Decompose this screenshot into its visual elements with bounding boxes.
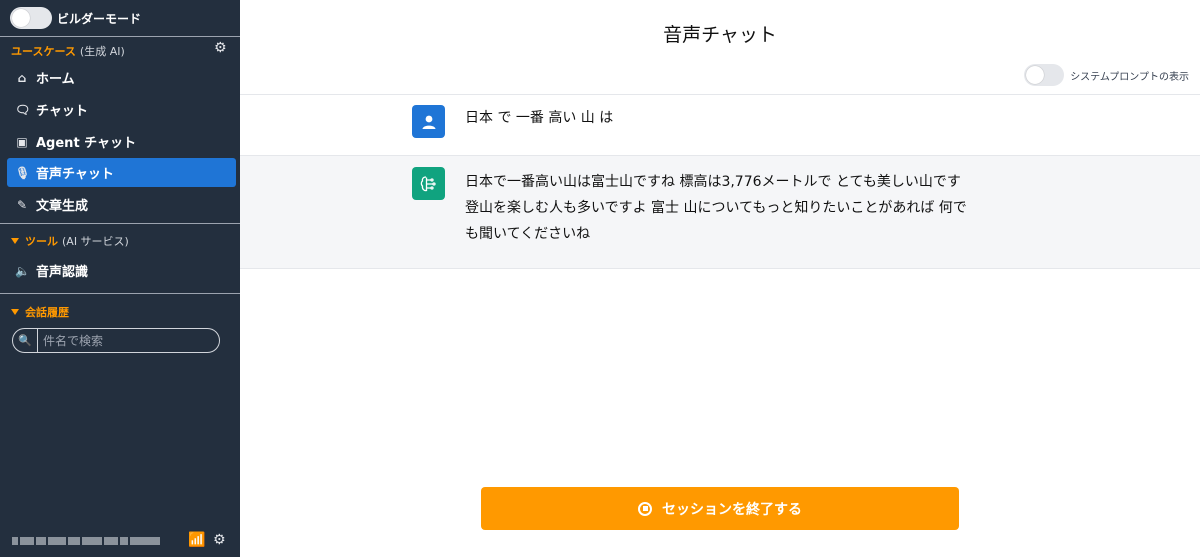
- system-prompt-toggle-label: システムプロンプトの表示: [1070, 71, 1189, 83]
- microphone-icon: 🎙: [15, 165, 31, 180]
- divider: [0, 36, 240, 37]
- speaker-icon: 🔈: [15, 263, 30, 278]
- nav-item-agent-chat[interactable]: ▣ Agent チャット: [7, 127, 236, 156]
- usecase-section-label: ユースケース: [11, 45, 76, 58]
- user-avatar-icon: [412, 105, 445, 138]
- usecase-settings-gear-icon[interactable]: ⚙: [214, 40, 227, 56]
- caret-down-icon: [11, 238, 19, 244]
- nav-item-label: 音声認識: [36, 265, 89, 280]
- divider: [0, 293, 240, 294]
- nav-item-label: チャット: [36, 104, 88, 119]
- tools-section-sub: (AI サービス): [62, 235, 129, 248]
- message-text: 日本で一番高い山は富士山ですね 標高は3,776メートルで とても美しい山です …: [465, 174, 967, 242]
- builder-mode-label: ビルダーモード: [57, 11, 142, 26]
- builder-mode-toggle-row: ビルダーモード: [10, 6, 141, 30]
- history-section-label: 会話履歴: [25, 306, 69, 319]
- tools-section-header[interactable]: ツール (AI サービス): [11, 233, 129, 249]
- nav-item-home[interactable]: ⌂ ホーム: [7, 63, 236, 92]
- stats-icon[interactable]: 📶: [188, 532, 205, 548]
- home-icon: ⌂: [17, 70, 27, 85]
- system-prompt-toggle[interactable]: [1024, 64, 1065, 86]
- nav-item-speech-recognition[interactable]: 🔈 音声認識: [7, 256, 236, 285]
- settings-gear-icon[interactable]: ⚙: [213, 532, 226, 548]
- history-section-header[interactable]: 会話履歴: [11, 304, 69, 320]
- history-search-input[interactable]: [38, 332, 219, 349]
- stop-circle-icon: [638, 501, 652, 516]
- main-panel: 音声チャット システムプロンプトの表示 日本 で 一番 高い 山 は 日本で一番…: [240, 0, 1200, 557]
- assistant-brain-icon: [412, 167, 445, 200]
- pencil-icon: ✎: [16, 197, 28, 212]
- builder-mode-toggle[interactable]: [10, 7, 52, 29]
- nav-item-text-generation[interactable]: ✎ 文章生成: [7, 190, 236, 219]
- nav-item-chat[interactable]: 🗨 チャット: [7, 95, 236, 124]
- caret-down-icon: [11, 309, 19, 315]
- search-icon: 🔍: [13, 329, 38, 352]
- sidebar: ビルダーモード ユースケース (生成 AI) ⚙ ⌂ ホーム 🗨 チャット ▣ …: [0, 0, 240, 557]
- message-text: 日本 で 一番 高い 山 は: [465, 110, 614, 126]
- message-row-assistant: 日本で一番高い山は富士山ですね 標高は3,776メートルで とても美しい山です …: [240, 156, 1200, 268]
- end-session-button[interactable]: セッションを終了する: [481, 487, 959, 530]
- tools-section-label: ツール: [25, 235, 58, 248]
- nav-item-label: 音声チャット: [36, 167, 114, 182]
- usecase-section-header: ユースケース (生成 AI): [11, 43, 125, 59]
- message-row-user: 日本 で 一番 高い 山 は: [240, 95, 1200, 155]
- end-session-label: セッションを終了する: [662, 501, 802, 518]
- history-search: 🔍: [12, 328, 220, 353]
- page-title: 音声チャット: [663, 24, 777, 46]
- nav-item-label: 文章生成: [36, 199, 89, 214]
- nav-item-label: ホーム: [36, 72, 75, 87]
- nav-item-label: Agent チャット: [36, 136, 137, 151]
- usecase-section-sub: (生成 AI): [79, 45, 125, 58]
- system-prompt-toggle-row: システムプロンプトの表示: [1024, 64, 1189, 86]
- chat-icon: 🗨: [15, 102, 31, 117]
- nav-item-voice-chat[interactable]: 🎙 音声チャット: [7, 158, 236, 187]
- user-name-blurred: [12, 537, 160, 545]
- divider: [0, 223, 240, 224]
- divider: [240, 268, 1200, 269]
- robot-icon: ▣: [16, 134, 28, 149]
